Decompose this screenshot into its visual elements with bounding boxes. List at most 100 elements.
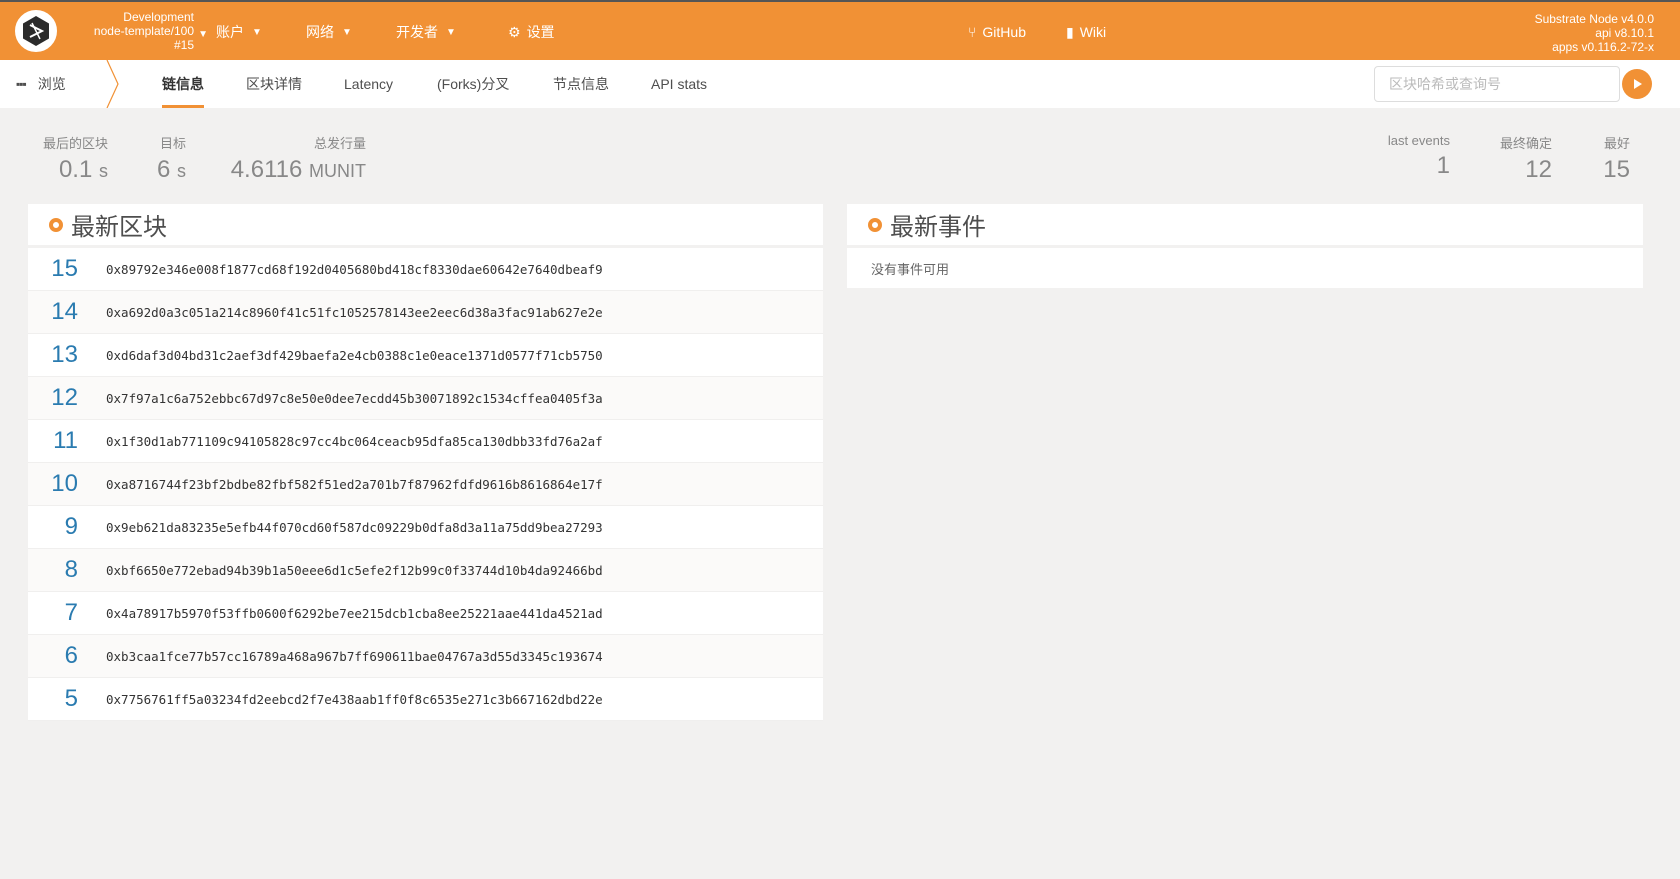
caret-down-icon: ▼ xyxy=(252,26,262,38)
summary-value: 4.6116 MUNIT xyxy=(226,156,366,184)
block-hash: 0xbf6650e772ebad94b39b1a50eee6d1c5efe2f1… xyxy=(106,562,603,578)
block-row: 15 0x89792e346e008f1877cd68f192d0405680bd… xyxy=(28,248,823,291)
separator-chevron-icon xyxy=(106,60,119,108)
menu-developer-label: 开发者 xyxy=(396,24,438,40)
wiki-link[interactable]: ▮ Wiki xyxy=(1066,2,1106,62)
block-row: 14 0xa692d0a3c051a214c8960f41c51fc1052578… xyxy=(28,291,823,334)
browse-label: 浏览 xyxy=(37,76,66,92)
card-title: 最新区块 xyxy=(71,214,167,241)
block-hash: 0x7f97a1c6a752ebbc67d97c8e50e0dee7ecdd45… xyxy=(106,390,603,406)
block-row: 13 0xd6daf3d04bd31c2aef3df429baefa2e4cb03… xyxy=(28,334,823,377)
best-block-number: #15 xyxy=(173,38,194,52)
summary-total-issuance: 总发行量 4.6116 MUNIT xyxy=(226,133,366,184)
tab-latency[interactable]: Latency xyxy=(344,60,393,108)
chain-selector[interactable]: Development node-template/100 #15 ▼ xyxy=(68,10,208,52)
search-go-button[interactable] xyxy=(1622,69,1652,99)
block-number-link[interactable]: 12 xyxy=(28,384,78,412)
tab-chain-info[interactable]: 链信息 xyxy=(162,60,204,108)
value-unit: MUNIT xyxy=(309,161,366,181)
summary-label: 最好 xyxy=(1603,136,1630,151)
block-number-link[interactable]: 7 xyxy=(28,599,78,627)
block-hash: 0xa8716744f23bf2bdbe82fbf582f51ed2a701b7… xyxy=(106,476,603,492)
chain-name: Development xyxy=(123,10,194,24)
summary-value: 1 xyxy=(1436,152,1450,179)
block-search-input[interactable] xyxy=(1374,66,1620,102)
block-hash: 0xa692d0a3c051a214c8960f41c51fc105257814… xyxy=(106,304,603,320)
substrate-logo-icon[interactable] xyxy=(15,10,57,52)
block-number-link[interactable]: 13 xyxy=(28,341,78,369)
tab-node-info[interactable]: 节点信息 xyxy=(553,60,609,108)
tab-block-details[interactable]: 区块详情 xyxy=(246,60,302,108)
summary-value: 12 xyxy=(1525,156,1552,183)
code-branch-icon: ⑂ xyxy=(968,24,977,40)
version-info: Substrate Node v4.0.0 api v8.10.1 apps v… xyxy=(1535,12,1654,54)
recent-events-card: 最新事件 没有事件可用 xyxy=(847,204,1643,288)
block-hash: 0xd6daf3d04bd31c2aef3df429baefa2e4cb0388… xyxy=(106,347,603,363)
recent-blocks-card: 最新区块 15 0x89792e346e008f1877cd68f192d0405… xyxy=(28,204,823,721)
summary-value: 0.1 s xyxy=(40,156,108,184)
menu-accounts-label: 账户 xyxy=(216,24,244,40)
card-header: 最新事件 xyxy=(847,204,1643,248)
menu-network-label: 网络 xyxy=(306,24,334,40)
menu-settings[interactable]: ⚙ 设置 xyxy=(508,2,555,62)
block-number-link[interactable]: 15 xyxy=(28,255,78,283)
block-hash: 0x4a78917b5970f53ffb0600f6292be7ee215dcb… xyxy=(106,605,603,621)
value-number: 6 xyxy=(156,156,171,183)
block-row: 11 0x1f30d1ab771109c94105828c97cc4bc064ce… xyxy=(28,420,823,463)
caret-down-icon: ▼ xyxy=(198,29,208,40)
value-unit: s xyxy=(99,161,108,181)
github-link-label: GitHub xyxy=(982,24,1026,40)
block-row: 9 0x9eb621da83235e5efb44f070cd60f587dc092… xyxy=(28,506,823,549)
block-hash: 0x7756761ff5a03234fd2eebcd2f7e438aab1ff0… xyxy=(106,691,603,707)
status-dot-icon xyxy=(868,217,882,232)
value-unit: s xyxy=(177,161,186,181)
summary-value: 15 xyxy=(1603,156,1630,183)
summary-last-events: last events 1 xyxy=(1370,133,1450,180)
tab-forks[interactable]: (Forks)分叉 xyxy=(437,60,509,108)
gears-icon: ⚙ xyxy=(508,23,521,40)
card-header: 最新区块 xyxy=(28,204,823,248)
block-hash: 0xb3caa1fce77b57cc16789a468a967b7ff69061… xyxy=(106,648,603,664)
block-hash: 0x1f30d1ab771109c94105828c97cc4bc064ceac… xyxy=(106,433,603,449)
caret-down-icon: ▼ xyxy=(446,26,456,38)
summary-best: 最好 15 xyxy=(1590,133,1630,184)
menu-network[interactable]: 网络 ▼ xyxy=(306,2,352,62)
summary-label: 最终确定 xyxy=(1499,136,1552,151)
play-icon xyxy=(1634,79,1642,89)
block-row: 5 0x7756761ff5a03234fd2eebcd2f7e438aab1ff… xyxy=(28,678,823,721)
browse-menu[interactable]: ▪▪▪ 浏览 xyxy=(16,60,66,108)
summary-finalized: 最终确定 12 xyxy=(1490,133,1552,184)
summary-label: 目标 xyxy=(159,136,186,151)
tab-api-stats[interactable]: API stats xyxy=(651,60,707,108)
wiki-link-label: Wiki xyxy=(1079,24,1107,40)
status-dot-icon xyxy=(49,217,63,232)
value-number: 4.6116 xyxy=(230,156,303,183)
summary-label: 总发行量 xyxy=(313,136,366,151)
block-number-link[interactable]: 14 xyxy=(28,298,78,326)
block-number-link[interactable]: 11 xyxy=(28,427,78,455)
block-number-link[interactable]: 5 xyxy=(28,685,78,713)
card-title: 最新事件 xyxy=(890,214,986,241)
block-number-link[interactable]: 9 xyxy=(28,513,78,541)
summary-target: 目标 6 s xyxy=(150,133,186,184)
block-number-link[interactable]: 6 xyxy=(28,642,78,670)
empty-events-message: 没有事件可用 xyxy=(871,261,950,277)
block-row: 8 0xbf6650e772ebad94b39b1a50eee6d1c5efe2f… xyxy=(28,549,823,592)
block-list: 15 0x89792e346e008f1877cd68f192d0405680bd… xyxy=(28,248,823,721)
book-icon: ▮ xyxy=(1066,23,1074,40)
block-row: 6 0xb3caa1fce77b57cc16789a468a967b7ff6906… xyxy=(28,635,823,678)
summary-label: last events xyxy=(1387,133,1450,148)
block-row: 7 0x4a78917b5970f53ffb0600f6292be7ee215dc… xyxy=(28,592,823,635)
block-hash: 0x9eb621da83235e5efb44f070cd60f587dc0922… xyxy=(106,519,603,535)
block-number-link[interactable]: 10 xyxy=(28,470,78,498)
api-version: api v8.10.1 xyxy=(1595,26,1654,40)
menu-developer[interactable]: 开发者 ▼ xyxy=(396,2,456,62)
block-hash: 0x89792e346e008f1877cd68f192d0405680bd41… xyxy=(106,261,603,277)
block-number-link[interactable]: 8 xyxy=(28,556,78,584)
node-version: Substrate Node v4.0.0 xyxy=(1534,12,1654,26)
menu-accounts[interactable]: 账户 ▼ xyxy=(216,2,262,62)
block-row: 12 0x7f97a1c6a752ebbc67d97c8e50e0dee7ecdd… xyxy=(28,377,823,420)
value-number: 0.1 xyxy=(58,156,93,183)
block-row: 10 0xa8716744f23bf2bdbe82fbf582f51ed2a701… xyxy=(28,463,823,506)
github-link[interactable]: ⑂ GitHub xyxy=(968,2,1026,62)
